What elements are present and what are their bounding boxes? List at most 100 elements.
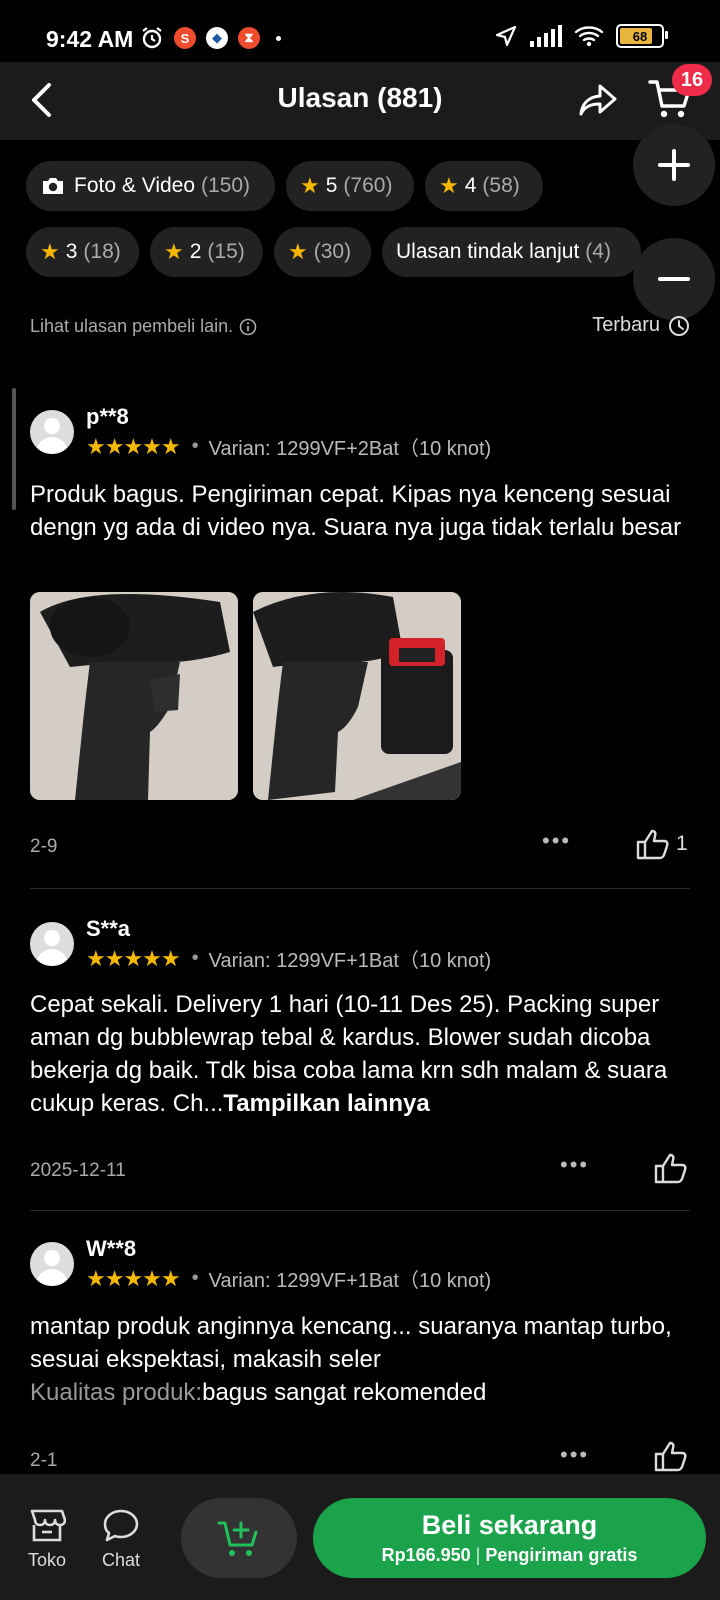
- filter-photo-video[interactable]: Foto & Video (150): [26, 161, 275, 211]
- star-icon: ★: [439, 173, 459, 198]
- battery-icon: 68: [616, 24, 668, 48]
- chat-label: Chat: [102, 1550, 141, 1570]
- status-notification-icons: S ◆ ⧗: [140, 26, 281, 50]
- avatar: [30, 1242, 74, 1286]
- chat-button[interactable]: Chat: [102, 1508, 140, 1571]
- like-button[interactable]: [654, 1440, 688, 1472]
- review-options-button[interactable]: •••: [560, 1152, 589, 1178]
- filter-count: (4): [585, 240, 611, 263]
- buy-now-button[interactable]: Beli sekarang Rp166.950 | Pengiriman gra…: [313, 1498, 706, 1578]
- filter-count: (15): [207, 240, 245, 263]
- star-icon: ★: [288, 239, 308, 264]
- separator-dot: •: [191, 435, 199, 457]
- review-options-button[interactable]: •••: [560, 1442, 589, 1468]
- quality-value: bagus sangat rekomended: [202, 1379, 487, 1406]
- star-rating: ★★★★★: [86, 945, 181, 971]
- thumbs-up-icon: [654, 1153, 687, 1184]
- filter-label: Foto & Video: [74, 174, 196, 197]
- app-header: Ulasan (881): [0, 62, 720, 140]
- separator-dot: •: [191, 1267, 199, 1289]
- buy-now-subtitle: Rp166.950 | Pengiriman gratis: [382, 1545, 638, 1566]
- review-date: 2-1: [30, 1450, 58, 1471]
- like-button[interactable]: 1: [636, 828, 688, 860]
- star-rating: ★★★★★: [86, 433, 181, 459]
- review-options-button[interactable]: •••: [542, 828, 571, 854]
- filter-label: 3: [65, 240, 78, 263]
- shopee-app-icon: S: [174, 27, 196, 49]
- like-button[interactable]: [654, 1152, 688, 1184]
- zoom-out-button[interactable]: [633, 238, 715, 320]
- info-icon: [239, 318, 257, 335]
- separator: |: [475, 1545, 486, 1565]
- divider: [30, 888, 690, 889]
- sort-label: Terbaru: [592, 314, 660, 336]
- show-more-link[interactable]: Tampilkan lainnya: [223, 1090, 429, 1117]
- filter-count: (58): [482, 174, 520, 197]
- app-notification-icon: ◆: [206, 27, 228, 49]
- review-text-body: mantap produk anginnya kencang... suaran…: [30, 1313, 672, 1373]
- filter-5-star[interactable]: ★ 5 (760): [286, 161, 414, 211]
- camera-icon: [40, 175, 66, 197]
- sort-selector[interactable]: Terbaru: [592, 314, 690, 337]
- signal-icon: [530, 25, 562, 47]
- clock-icon: [669, 315, 689, 336]
- bottom-action-bar: Toko Chat Beli sekarang Rp166.950 | Peng…: [0, 1474, 720, 1600]
- star-rating: ★★★★★: [86, 1265, 181, 1291]
- add-cart-icon: [217, 1521, 258, 1556]
- review-meta: ★★★★★ • Varian: 1299VF+2Bat（10 knot): [86, 432, 491, 461]
- reviewer-name: p**8: [86, 404, 129, 429]
- filter-label: 2: [189, 240, 202, 263]
- like-count: 1: [676, 832, 688, 855]
- filter-label: Ulasan tindak lanjut: [396, 240, 580, 263]
- scrollbar[interactable]: [12, 388, 16, 510]
- filter-3-star[interactable]: ★ 3 (18): [26, 227, 139, 277]
- thumbs-up-icon: [654, 1441, 687, 1472]
- zoom-in-button[interactable]: [633, 124, 715, 206]
- add-to-cart-button[interactable]: [181, 1498, 297, 1578]
- location-icon: [495, 25, 517, 47]
- avatar: [30, 410, 74, 454]
- filter-4-star[interactable]: ★ 4 (58): [425, 161, 543, 211]
- review-text: Produk bagus. Pengiriman cepat. Kipas ny…: [30, 481, 682, 541]
- filter-count: (18): [83, 240, 121, 263]
- review-variant: Varian: 1299VF+1Bat（10 knot): [208, 950, 492, 972]
- filter-2-star[interactable]: ★ 2 (15): [150, 227, 263, 277]
- status-bar: 9:42 AM S ◆ ⧗ 68: [0, 0, 720, 62]
- cart-count-badge: 16: [672, 64, 712, 96]
- review-photo[interactable]: [30, 592, 238, 800]
- share-icon: [579, 84, 617, 116]
- status-system-icons: 68: [494, 24, 668, 48]
- divider: [30, 1210, 690, 1211]
- hint-text: Lihat ulasan pembeli lain.: [30, 316, 234, 336]
- quality-label: Kualitas produk:: [30, 1379, 203, 1406]
- chat-icon: [103, 1509, 139, 1542]
- review-photo[interactable]: [253, 592, 461, 800]
- star-icon: ★: [300, 173, 320, 198]
- review-meta: ★★★★★ • Varian: 1299VF+1Bat（10 knot): [86, 944, 491, 973]
- reviewer-name: W**8: [86, 1236, 137, 1261]
- reviewer-name: S**a: [86, 916, 131, 941]
- hourglass-icon: ⧗: [238, 27, 260, 49]
- other-buyers-hint[interactable]: Lihat ulasan pembeli lain.: [30, 316, 257, 337]
- battery-level: 68: [632, 28, 648, 44]
- filter-count: (150): [201, 174, 251, 197]
- review-variant: Varian: 1299VF+1Bat（10 knot): [208, 1270, 492, 1292]
- review-date: 2-9: [30, 836, 58, 857]
- filter-count: (30): [313, 240, 352, 263]
- filter-1-star[interactable]: ★ (30): [274, 227, 371, 277]
- star-icon: ★: [40, 239, 60, 264]
- buy-now-label: Beli sekarang: [421, 1510, 598, 1540]
- shop-button[interactable]: Toko: [28, 1508, 66, 1571]
- minus-icon: [658, 277, 690, 281]
- star-icon: ★: [164, 239, 184, 264]
- filter-label: 5: [325, 174, 338, 197]
- more-notifications-icon: [276, 35, 281, 41]
- shipping-info: Pengiriman gratis: [485, 1545, 638, 1565]
- review-text: mantap produk anginnya kencang... suaran…: [30, 1310, 690, 1409]
- review-text: Cepat sekali. Delivery 1 hari (10-11 Des…: [30, 988, 690, 1120]
- wifi-icon: [574, 26, 604, 47]
- alarm-icon: [142, 27, 162, 49]
- filter-follow-up-reviews[interactable]: Ulasan tindak lanjut (4): [382, 227, 641, 277]
- share-button[interactable]: [574, 76, 622, 124]
- status-time: 9:42 AM: [46, 26, 134, 52]
